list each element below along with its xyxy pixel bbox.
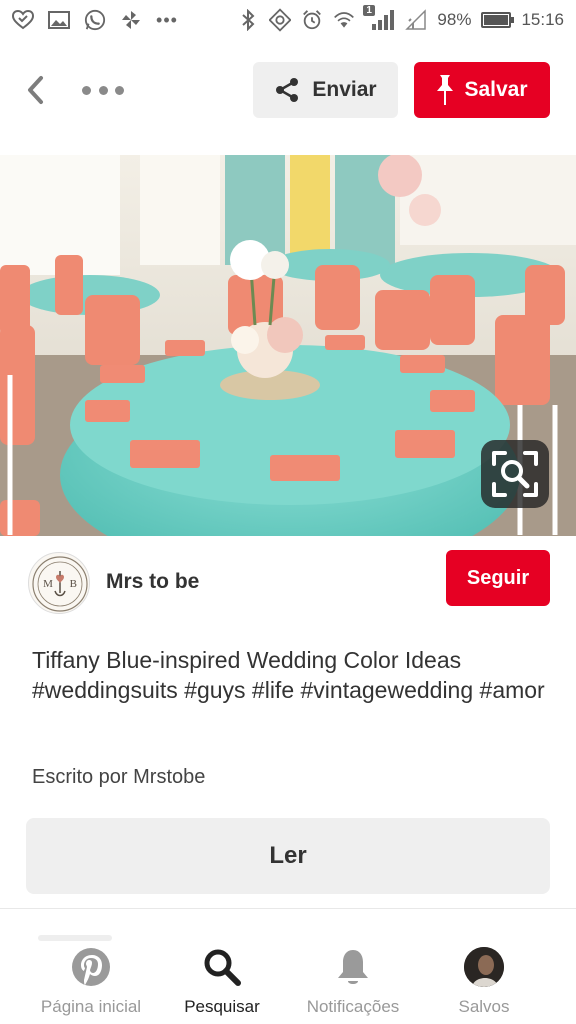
pin-image[interactable] bbox=[0, 155, 576, 536]
battery-icon bbox=[481, 12, 515, 28]
clock: 15:16 bbox=[521, 10, 564, 29]
pinner-avatar[interactable]: M B bbox=[28, 552, 90, 614]
save-label: Salvar bbox=[464, 78, 528, 101]
dot-icon bbox=[98, 85, 108, 95]
nav-notifications-label: Notificações bbox=[306, 997, 400, 1016]
nav-notifications[interactable]: Notificações bbox=[283, 945, 423, 1017]
image-icon bbox=[48, 9, 70, 31]
visual-search-icon bbox=[492, 451, 538, 497]
status-right-icons: 1 98% 15:16 bbox=[237, 5, 564, 32]
pin-author[interactable]: Escrito por Mrstobe bbox=[32, 766, 205, 789]
pinner-name[interactable]: Mrs to be bbox=[106, 570, 199, 594]
nfc-icon bbox=[269, 8, 292, 32]
save-button[interactable]: Salvar bbox=[414, 62, 550, 118]
avatar-initials: M B bbox=[43, 578, 77, 590]
bell-icon bbox=[331, 945, 375, 989]
wifi-icon bbox=[333, 9, 355, 31]
bottom-navigation: Página inicial Pesquisar Notificações Sa… bbox=[0, 908, 576, 1024]
battery-percent: 98% bbox=[437, 10, 472, 29]
dot-icon bbox=[115, 85, 124, 95]
pin-description: Tiffany Blue-inspired Wedding Color Idea… bbox=[32, 647, 545, 703]
nav-home[interactable]: Página inicial bbox=[21, 945, 161, 1017]
heart-check-icon bbox=[12, 9, 34, 31]
pinner-row: M B Mrs to be Seguir bbox=[0, 550, 576, 616]
follow-button[interactable]: Seguir bbox=[446, 550, 550, 606]
profile-avatar-wrap bbox=[462, 945, 506, 989]
visual-search-button[interactable] bbox=[481, 440, 549, 508]
nav-saved-label: Salvos bbox=[458, 997, 510, 1016]
pin-toolbar: Enviar Salvar bbox=[0, 60, 576, 120]
back-button[interactable] bbox=[20, 72, 50, 108]
alarm-icon bbox=[301, 9, 323, 31]
dot-icon bbox=[82, 85, 91, 95]
signal-icon-2 bbox=[405, 9, 427, 31]
share-icon bbox=[276, 78, 299, 102]
pin-icon bbox=[437, 75, 454, 105]
scroll-indicator bbox=[38, 935, 112, 941]
pinwheel-icon bbox=[120, 9, 142, 31]
pinterest-logo-icon bbox=[69, 945, 113, 989]
signal-icon: 1 bbox=[363, 5, 395, 31]
more-dots-icon: ••• bbox=[156, 9, 178, 30]
share-button[interactable]: Enviar bbox=[253, 62, 398, 118]
more-options-button[interactable] bbox=[82, 78, 124, 102]
whatsapp-icon bbox=[84, 9, 106, 31]
nav-home-label: Página inicial bbox=[40, 997, 142, 1016]
profile-avatar bbox=[464, 947, 504, 987]
chevron-left-icon bbox=[28, 76, 43, 104]
signal-badge: 1 bbox=[363, 5, 375, 16]
nav-search-label: Pesquisar bbox=[184, 997, 260, 1016]
share-label: Enviar bbox=[312, 78, 377, 101]
search-icon bbox=[200, 945, 244, 989]
status-left-icons: ••• bbox=[12, 9, 178, 31]
read-button[interactable]: Ler bbox=[26, 818, 550, 894]
status-bar: ••• 1 98% 15:16 bbox=[0, 0, 576, 40]
bluetooth-icon bbox=[237, 9, 259, 31]
nav-saved[interactable]: Salvos bbox=[414, 945, 554, 1017]
nav-search[interactable]: Pesquisar bbox=[152, 945, 292, 1017]
